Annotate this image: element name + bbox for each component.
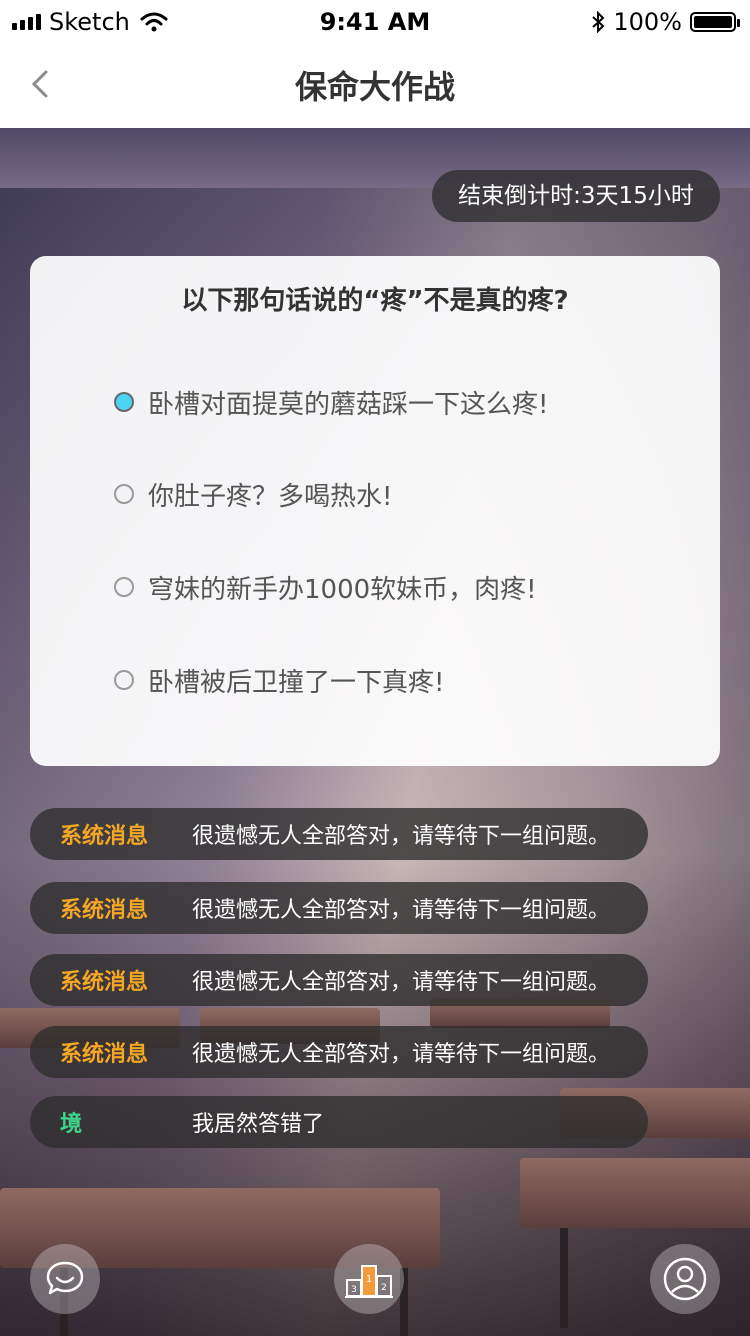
radio-icon[interactable] xyxy=(114,577,134,597)
rank-1-label: 1 xyxy=(366,1274,372,1285)
user-profile-icon xyxy=(663,1257,707,1301)
navigation-bar: 保命大作战 xyxy=(0,40,750,128)
answer-option-4[interactable]: 卧槽被后卫撞了一下真疼! xyxy=(114,660,444,700)
message-sender: 系统消息 xyxy=(60,970,149,995)
message-text: 很遗憾无人全部答对，请等待下一组问题。 xyxy=(192,1042,611,1067)
message-sender: 系统消息 xyxy=(60,1042,149,1067)
question-text: 以下那句话说的“疼”不是真的疼? xyxy=(181,286,569,316)
option-label: 你肚子疼？多喝热水! xyxy=(148,481,393,512)
bluetooth-icon xyxy=(592,11,605,33)
message-text: 很遗憾无人全部答对，请等待下一组问题。 xyxy=(192,970,611,995)
desk xyxy=(520,1158,750,1228)
answer-option-3[interactable]: 穹妹的新手办1000软妹币，肉疼! xyxy=(114,567,537,607)
answer-option-2[interactable]: 你肚子疼？多喝热水! xyxy=(114,474,392,514)
option-label: 卧槽对面提莫的蘑菇踩一下这么疼! xyxy=(148,389,549,420)
option-label: 卧槽被后卫撞了一下真疼! xyxy=(148,667,445,698)
battery-percentage: 100% xyxy=(613,8,682,36)
desk-leg xyxy=(560,1228,568,1328)
status-right: 100% xyxy=(591,8,740,36)
ranking-button[interactable]: 3 1 2 xyxy=(334,1244,404,1314)
page-title: 保命大作战 xyxy=(294,68,455,106)
countdown-timer: 结束倒计时:3天15小时 xyxy=(432,170,720,222)
screen: Sketch 9:41 AM 100% 保命大作战 结束倒计时:3天15小时 以… xyxy=(0,0,750,1336)
profile-button[interactable] xyxy=(650,1244,720,1314)
option-label: 穹妹的新手办1000软妹币，肉疼! xyxy=(148,574,537,605)
battery-icon xyxy=(690,12,740,32)
radio-icon[interactable] xyxy=(114,484,134,504)
message-text: 我居然答错了 xyxy=(192,1112,325,1137)
radio-selected-icon[interactable] xyxy=(114,392,134,412)
rank-2-label: 2 xyxy=(381,1283,387,1293)
chat-message: 系统消息 很遗憾无人全部答对，请等待下一组问题。 xyxy=(30,954,648,1006)
chat-message: 系统消息 很遗憾无人全部答对，请等待下一组问题。 xyxy=(30,808,648,860)
chat-message: 境 我居然答错了 xyxy=(30,1096,648,1148)
chat-bubble-icon xyxy=(46,1261,84,1295)
message-text: 很遗憾无人全部答对，请等待下一组问题。 xyxy=(192,824,611,849)
message-sender: 系统消息 xyxy=(60,824,149,849)
radio-icon[interactable] xyxy=(114,670,134,690)
podium-ranking-icon: 3 1 2 xyxy=(345,1265,393,1298)
message-sender: 境 xyxy=(60,1112,83,1137)
status-bar: Sketch 9:41 AM 100% xyxy=(0,0,750,40)
question-card: 以下那句话说的“疼”不是真的疼? 卧槽对面提莫的蘑菇踩一下这么疼! 你肚子疼？多… xyxy=(30,256,720,766)
chat-message: 系统消息 很遗憾无人全部答对，请等待下一组问题。 xyxy=(30,1026,648,1078)
chat-message: 系统消息 很遗憾无人全部答对，请等待下一组问题。 xyxy=(30,882,648,934)
chat-button[interactable] xyxy=(30,1244,100,1314)
message-sender: 系统消息 xyxy=(60,898,149,923)
answer-option-1[interactable]: 卧槽对面提莫的蘑菇踩一下这么疼! xyxy=(114,382,548,422)
message-text: 很遗憾无人全部答对，请等待下一组问题。 xyxy=(192,898,611,923)
rank-3-label: 3 xyxy=(351,1285,357,1295)
